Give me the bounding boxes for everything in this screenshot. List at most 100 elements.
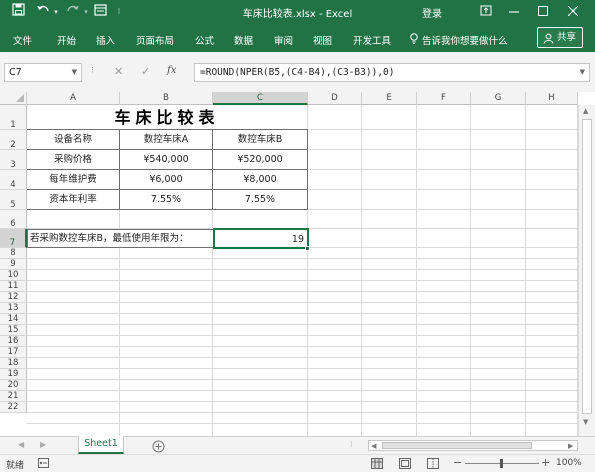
row-header[interactable]: 10 xyxy=(0,270,27,281)
insert-function-icon[interactable]: fx xyxy=(167,65,176,76)
person-icon xyxy=(543,32,554,51)
worksheet-grid[interactable]: A B C D E F G H 1 2 3 4 5 6 7 8 9 10 11 … xyxy=(0,92,595,436)
row-header[interactable]: 7 xyxy=(0,229,27,248)
scroll-right-icon[interactable]: ▶ xyxy=(568,441,573,451)
cell-b2[interactable]: 数控车床A xyxy=(120,130,213,150)
cancel-icon[interactable]: ✕ xyxy=(114,65,123,78)
normal-view-icon[interactable] xyxy=(371,458,383,472)
select-all-corner[interactable] xyxy=(0,92,27,105)
chevron-down-icon[interactable]: ▼ xyxy=(72,64,77,81)
enter-icon[interactable]: ✓ xyxy=(141,65,150,78)
row-header[interactable]: 12 xyxy=(0,292,27,303)
row-header[interactable]: 22 xyxy=(0,402,27,413)
expand-formula-icon[interactable]: ▼ xyxy=(580,64,585,81)
row-header[interactable]: 21 xyxy=(0,391,27,402)
cell-b5[interactable]: 7.55% xyxy=(120,190,213,210)
sheet-title-cell[interactable]: 车床比较表 xyxy=(27,105,308,130)
formula-text: =ROUND(NPER(B5,(C4-B4),(C3-B3)),0) xyxy=(200,67,395,78)
row-header[interactable]: 16 xyxy=(0,336,27,347)
ribbon-display-icon[interactable] xyxy=(478,3,494,21)
name-box[interactable]: C7 ▼ xyxy=(4,63,82,82)
row-header[interactable]: 13 xyxy=(0,303,27,314)
row-header[interactable]: 9 xyxy=(0,259,27,270)
row-header[interactable]: 5 xyxy=(0,190,27,210)
fill-handle[interactable] xyxy=(305,246,310,251)
column-header-b[interactable]: B xyxy=(120,92,213,105)
tab-view[interactable]: 视图 xyxy=(313,33,332,47)
scroll-left-icon[interactable]: ◀ xyxy=(371,441,376,451)
tab-formulas[interactable]: 公式 xyxy=(195,33,214,47)
formula-bar: C7 ▼ ⁝ ✕ ✓ fx =ROUND(NPER(B5,(C4-B4),(C3… xyxy=(0,52,595,92)
zoom-level[interactable]: 100% xyxy=(556,458,582,468)
page-layout-view-icon[interactable] xyxy=(399,458,411,472)
column-header-h[interactable]: H xyxy=(526,92,578,105)
row-header[interactable]: 3 xyxy=(0,150,27,170)
next-sheet-icon[interactable]: ▶ xyxy=(40,440,46,449)
drag-handle-icon[interactable]: ⁝ xyxy=(91,66,94,76)
tab-page-layout[interactable]: 页面布局 xyxy=(136,33,174,47)
page-break-view-icon[interactable] xyxy=(427,458,439,472)
cell-a7-question[interactable]: 若采购数控车床B，最低使用年限为： xyxy=(27,229,213,248)
macro-record-icon[interactable] xyxy=(38,458,49,471)
close-icon[interactable] xyxy=(565,3,581,21)
tell-me-search[interactable]: 告诉我你想要做什么 xyxy=(422,33,508,47)
table-top-border xyxy=(27,129,308,130)
horizontal-scrollbar[interactable]: ◀ ▶ xyxy=(368,440,578,451)
row-header[interactable]: 19 xyxy=(0,369,27,380)
cell-a5[interactable]: 资本年利率 xyxy=(27,190,120,210)
column-header-d[interactable]: D xyxy=(308,92,362,105)
tab-developer[interactable]: 开发工具 xyxy=(353,33,391,47)
cell-c7-answer[interactable]: 19 xyxy=(213,228,309,249)
row-header[interactable]: 18 xyxy=(0,358,27,369)
row-header[interactable]: 6 xyxy=(0,210,27,229)
tab-file[interactable]: 文件 xyxy=(13,33,32,47)
formula-input[interactable]: =ROUND(NPER(B5,(C4-B4),(C3-B3)),0) ▼ xyxy=(194,63,590,82)
column-header-c[interactable]: C xyxy=(213,92,308,105)
row-header[interactable]: 17 xyxy=(0,347,27,358)
column-header-a[interactable]: A xyxy=(27,92,120,105)
column-header-e[interactable]: E xyxy=(362,92,417,105)
row-header[interactable]: 2 xyxy=(0,130,27,150)
cell-b3[interactable]: ¥540,000 xyxy=(120,150,213,170)
scroll-down-icon[interactable]: ▼ xyxy=(583,418,588,426)
prev-sheet-icon[interactable]: ◀ xyxy=(18,440,24,449)
row-header[interactable]: 4 xyxy=(0,170,27,190)
status-bar: 就绪 − + 100% xyxy=(0,454,595,472)
cell-a2[interactable]: 设备名称 xyxy=(27,130,120,150)
h-scroll-thumb[interactable] xyxy=(382,442,532,449)
minimize-icon[interactable] xyxy=(506,3,522,21)
excel-window: ▾ ▾ ⁝ 车床比较表.xlsx - Excel 登录 文件 开始 插入 页面布… xyxy=(0,0,595,472)
cell-a3[interactable]: 采购价格 xyxy=(27,150,120,170)
row-header[interactable]: 20 xyxy=(0,380,27,391)
login-link[interactable]: 登录 xyxy=(422,5,442,20)
share-label: 共享 xyxy=(557,32,577,43)
sheet-tab-bar: ◀ ▶ Sheet1 ⁝ ◀ ▶ xyxy=(0,436,595,454)
column-header-g[interactable]: G xyxy=(471,92,526,105)
row-header[interactable]: 1 xyxy=(0,105,27,130)
zoom-in-icon[interactable]: + xyxy=(541,456,550,469)
zoom-out-icon[interactable]: − xyxy=(453,456,462,469)
tab-home[interactable]: 开始 xyxy=(57,33,76,47)
sheet-tab-active[interactable]: Sheet1 xyxy=(78,436,124,454)
tab-data[interactable]: 数据 xyxy=(234,33,253,47)
cell-b4[interactable]: ¥6,000 xyxy=(120,170,213,190)
tab-review[interactable]: 审阅 xyxy=(274,33,293,47)
column-header-f[interactable]: F xyxy=(417,92,471,105)
vertical-scrollbar[interactable]: ▲ ▼ xyxy=(578,105,595,436)
maximize-icon[interactable] xyxy=(535,3,551,21)
cell-c2[interactable]: 数控车床B xyxy=(213,130,308,150)
zoom-slider-thumb[interactable] xyxy=(500,459,503,468)
cell-a4[interactable]: 每年维护费 xyxy=(27,170,120,190)
row-header[interactable]: 14 xyxy=(0,314,27,325)
cell-c4[interactable]: ¥8,000 xyxy=(213,170,308,190)
row-header[interactable]: 15 xyxy=(0,325,27,336)
share-button[interactable]: 共享 xyxy=(537,27,583,48)
scroll-up-icon[interactable]: ▲ xyxy=(583,107,588,115)
cell-c5[interactable]: 7.55% xyxy=(213,190,308,210)
tab-insert[interactable]: 插入 xyxy=(96,33,115,47)
row-header[interactable]: 8 xyxy=(0,248,27,259)
tab-split-handle-icon[interactable]: ⁝ xyxy=(350,440,353,449)
scroll-thumb[interactable] xyxy=(582,119,592,414)
row-header[interactable]: 11 xyxy=(0,281,27,292)
cell-c3[interactable]: ¥520,000 xyxy=(213,150,308,170)
